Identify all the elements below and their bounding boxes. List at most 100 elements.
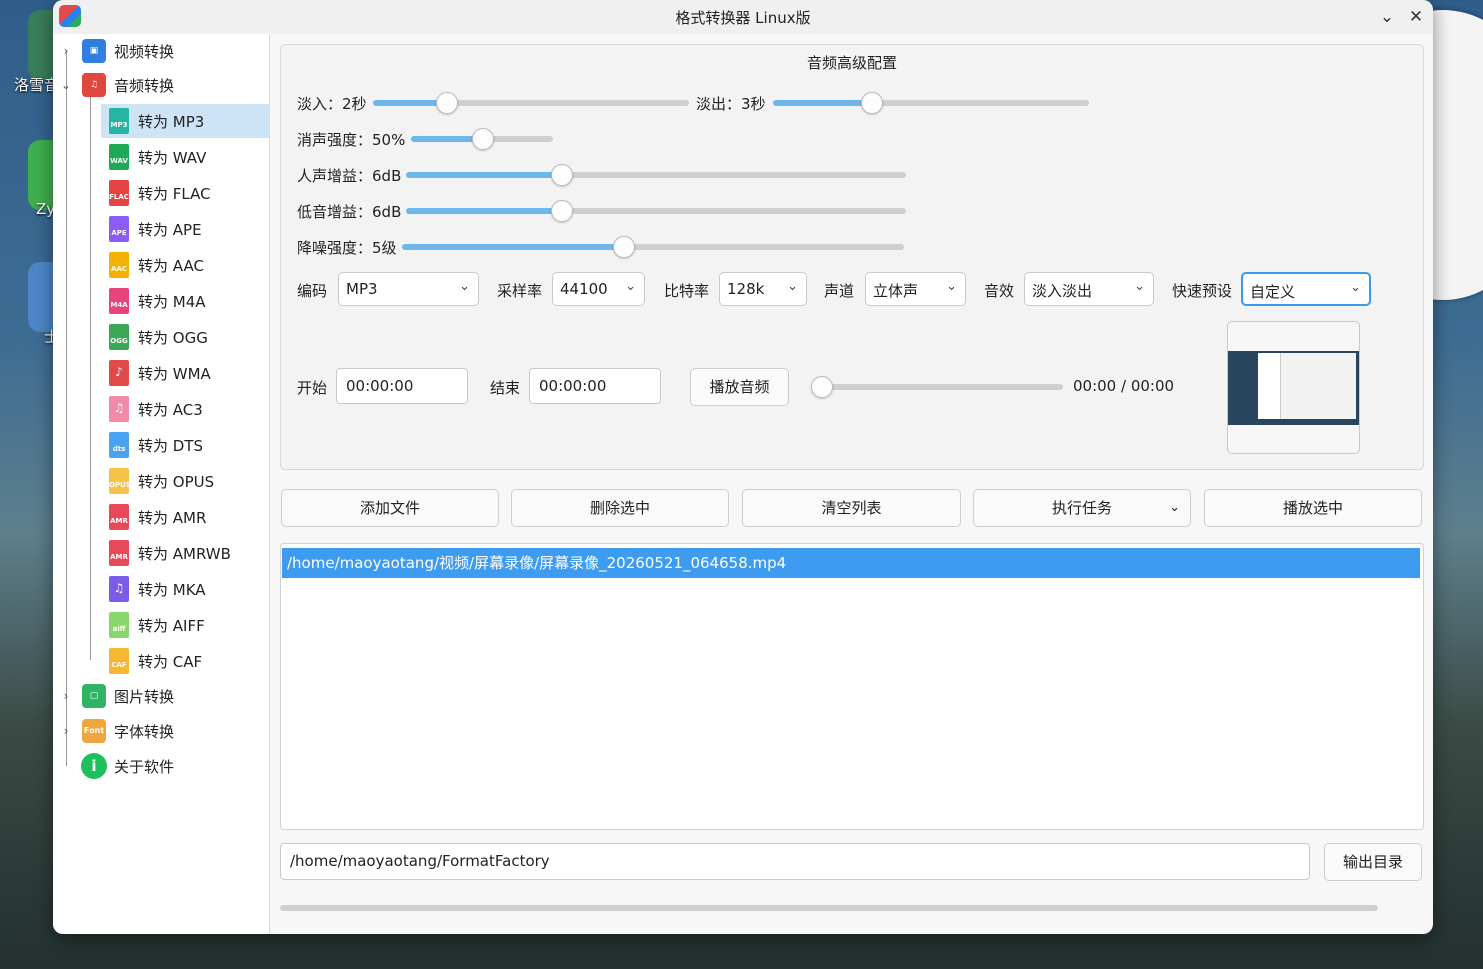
tree-item-audio[interactable]: ⌄ ♫ 音频转换 — [53, 68, 269, 102]
expand-arrow-icon[interactable]: › — [60, 724, 72, 738]
tree-item-label: 视频转换 — [114, 43, 175, 61]
tree-item-caf[interactable]: CAF 转为 CAF — [101, 644, 269, 678]
tree-item-flac[interactable]: FLAC 转为 FLAC — [101, 176, 269, 210]
slider-fill — [406, 172, 561, 178]
clear-list-button[interactable]: 清空列表 — [742, 489, 961, 527]
slider-handle[interactable] — [435, 92, 458, 114]
bitrate-label: 比特率 — [664, 282, 710, 300]
tree-item-mp3[interactable]: MP3 转为 MP3 — [101, 104, 269, 138]
tree-item-label: 转为 DTS — [138, 437, 204, 455]
tree-item-m4a[interactable]: M4A 转为 M4A — [101, 284, 269, 318]
tree-item-label: 转为 AMRWB — [138, 545, 231, 563]
tree-item-video[interactable]: › ▣ 视频转换 — [53, 34, 269, 68]
voice-gain-slider[interactable] — [406, 164, 906, 186]
start-time-input[interactable]: 00:00:00 — [336, 368, 468, 404]
expand-arrow-icon[interactable]: › — [60, 44, 72, 58]
delete-selected-button[interactable]: 删除选中 — [511, 489, 729, 527]
tree-line — [90, 94, 91, 660]
chevron-down-icon: ⌄ — [1350, 280, 1361, 295]
tree-item-label: 图片转换 — [114, 688, 175, 706]
wma-file-icon: ♪ — [109, 360, 129, 386]
list-item[interactable]: /home/maoyaotang/视频/屏幕录像/屏幕录像_20260521_0… — [282, 548, 1420, 578]
add-files-button[interactable]: 添加文件 — [281, 489, 499, 527]
slider-handle[interactable] — [612, 236, 635, 258]
opus-file-icon: OPUS — [109, 468, 131, 494]
expand-arrow-icon[interactable]: › — [60, 689, 72, 703]
channel-select[interactable]: 立体声 ⌄ — [865, 272, 966, 306]
tree-item-label: 转为 APE — [138, 221, 202, 239]
play-selected-button[interactable]: 播放选中 — [1204, 489, 1422, 527]
tree-item-mka[interactable]: ♫ 转为 MKA — [101, 572, 269, 606]
codec-value: MP3 — [346, 280, 378, 298]
bitrate-value: 128k — [727, 280, 765, 298]
m4a-file-icon: M4A — [109, 288, 129, 314]
tree-item-amrwb[interactable]: AMR 转为 AMRWB — [101, 536, 269, 570]
slider-handle[interactable] — [860, 92, 883, 114]
effect-select[interactable]: 淡入淡出 ⌄ — [1024, 272, 1154, 306]
tree-item-wma[interactable]: ♪ 转为 WMA — [101, 356, 269, 390]
vocal-removal-slider[interactable] — [411, 128, 553, 150]
chevron-down-icon: ⌄ — [1134, 279, 1145, 294]
codec-select[interactable]: MP3 ⌄ — [338, 272, 479, 306]
app-window: 格式转换器 Linux版 ⌄ ✕ › ▣ 视频转换 ⌄ ♫ 音频转换 MP3 转… — [53, 0, 1433, 934]
tree-item-label: 转为 WAV — [138, 149, 207, 167]
slider-handle[interactable] — [551, 164, 573, 186]
fade-out-slider[interactable] — [773, 92, 1089, 114]
tree-item-opus[interactable]: OPUS 转为 OPUS — [101, 464, 269, 498]
slider-handle[interactable] — [811, 376, 833, 398]
noise-reduction-slider[interactable] — [402, 236, 904, 258]
bass-gain-slider[interactable] — [406, 200, 906, 222]
tree-item-dts[interactable]: dts 转为 DTS — [101, 428, 269, 462]
slider-handle[interactable] — [551, 200, 573, 222]
tree-item-label: 转为 AAC — [138, 257, 204, 275]
tree-item-label: 转为 M4A — [138, 293, 206, 311]
tree-item-label: 转为 MP3 — [138, 113, 205, 131]
minimize-chevron-icon[interactable]: ⌄ — [1375, 5, 1399, 29]
font-folder-icon: Font — [82, 719, 106, 743]
tree-item-aiff[interactable]: aiff 转为 AIFF — [101, 608, 269, 642]
file-list[interactable]: /home/maoyaotang/视频/屏幕录像/屏幕录像_20260521_0… — [280, 543, 1424, 830]
tree-item-amr[interactable]: AMR 转为 AMR — [101, 500, 269, 534]
preset-label: 快速预设 — [1172, 282, 1233, 300]
caf-file-icon: CAF — [109, 648, 129, 674]
voice-gain-label: 人声增益：6dB — [297, 167, 402, 185]
tree-item-about[interactable]: i 关于软件 — [53, 749, 269, 783]
tree-item-ac3[interactable]: ♫ 转为 AC3 — [101, 392, 269, 426]
output-dir-button[interactable]: 输出目录 — [1324, 843, 1422, 881]
tree-item-aac[interactable]: AAC 转为 AAC — [101, 248, 269, 282]
sample-rate-select[interactable]: 44100 ⌄ — [552, 272, 645, 306]
tree-item-label: 转为 CAF — [138, 653, 203, 671]
effect-value: 淡入淡出 — [1032, 282, 1093, 300]
audio-folder-icon: ♫ — [82, 73, 106, 97]
ac3-file-icon: ♫ — [109, 396, 129, 422]
bitrate-select[interactable]: 128k ⌄ — [719, 272, 807, 306]
amr-file-icon: AMR — [109, 504, 129, 530]
output-path-value: /home/maoyaotang/FormatFactory — [290, 852, 550, 870]
preview-thumbnail — [1228, 351, 1359, 425]
window-title: 格式转换器 Linux版 — [675, 9, 811, 27]
image-folder-icon: ▢ — [82, 684, 106, 708]
preset-select[interactable]: 自定义 ⌄ — [1241, 272, 1371, 306]
close-icon[interactable]: ✕ — [1404, 5, 1428, 29]
flac-file-icon: FLAC — [109, 180, 129, 206]
codec-label: 编码 — [297, 282, 328, 300]
fade-in-slider[interactable] — [373, 92, 689, 114]
tree-item-font[interactable]: › Font 字体转换 — [53, 714, 269, 748]
title-bar[interactable]: 格式转换器 Linux版 ⌄ ✕ — [53, 0, 1433, 34]
slider-handle[interactable] — [472, 128, 494, 150]
chevron-down-icon: ⌄ — [459, 279, 470, 294]
execute-task-button[interactable]: 执行任务 ⌄ — [973, 489, 1191, 527]
tree-item-ogg[interactable]: OGG 转为 OGG — [101, 320, 269, 354]
end-time-input[interactable]: 00:00:00 — [529, 368, 661, 404]
output-path-input[interactable]: /home/maoyaotang/FormatFactory — [280, 843, 1310, 880]
playback-slider[interactable] — [811, 376, 1063, 398]
play-audio-button[interactable]: 播放音频 — [690, 368, 789, 406]
dts-file-icon: dts — [109, 432, 129, 458]
slider-fill — [402, 244, 623, 250]
tree-item-image[interactable]: › ▢ 图片转换 — [53, 679, 269, 713]
collapse-arrow-icon[interactable]: ⌄ — [60, 78, 72, 92]
wav-file-icon: WAV — [109, 144, 129, 170]
tree-item-ape[interactable]: APE 转为 APE — [101, 212, 269, 246]
tree-item-wav[interactable]: WAV 转为 WAV — [101, 140, 269, 174]
sidebar-tree[interactable]: › ▣ 视频转换 ⌄ ♫ 音频转换 MP3 转为 MP3 WAV 转为 WAV … — [53, 34, 270, 934]
